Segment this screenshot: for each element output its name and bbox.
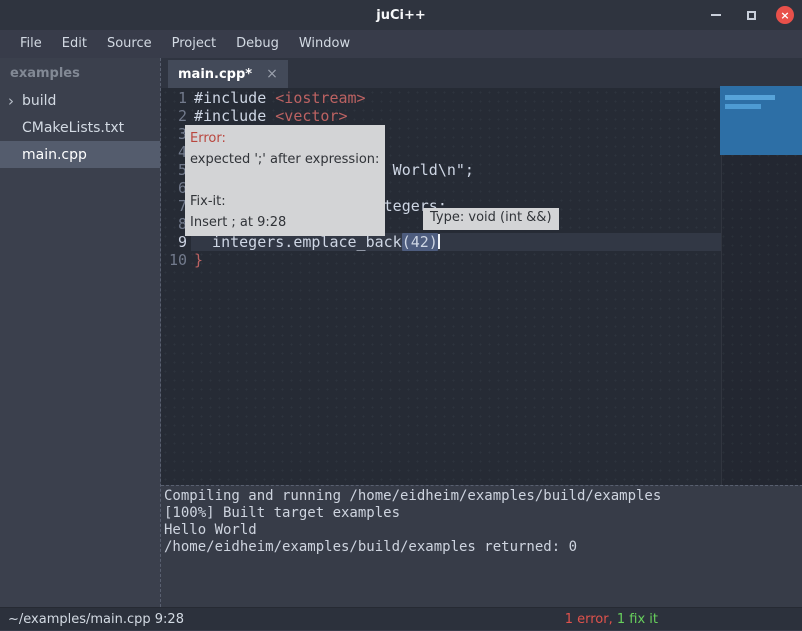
code-token: #include — [194, 107, 275, 125]
tree-item-label: CMakeLists.txt — [22, 120, 124, 136]
tree-item-main-cpp[interactable]: main.cpp — [0, 141, 160, 168]
tree-item-label: build — [22, 93, 56, 109]
minimap-code-bar — [725, 95, 775, 100]
maximize-button[interactable] — [741, 5, 761, 25]
code-token: World\n"; — [393, 161, 474, 179]
error-tooltip: Error: expected ';' after expression: Fi… — [185, 125, 385, 236]
bracket-highlight: (42) — [402, 233, 438, 251]
menu-item-window[interactable]: Window — [289, 30, 360, 58]
terminal-line: Compiling and running /home/eidheim/exam… — [164, 488, 802, 505]
code-text: } — [194, 251, 203, 269]
status-diagnostics: 1 error, 1 fix it — [565, 608, 658, 631]
tab-close-icon[interactable]: × — [266, 66, 278, 82]
titlebar: juCi++ × — [0, 0, 802, 30]
line-number: 7 — [161, 197, 187, 215]
sidebar: examples ›build CMakeLists.txt main.cpp — [0, 58, 160, 607]
code-token: } — [194, 251, 203, 269]
minimap — [720, 86, 802, 155]
line-number: 5 — [161, 161, 187, 179]
text-cursor — [438, 234, 440, 249]
tooltip-line: Insert ; at 9:28 — [190, 212, 380, 233]
minimap-code-bar — [725, 104, 761, 109]
terminal-output[interactable]: Compiling and running /home/eidheim/exam… — [161, 485, 802, 607]
code-line-10: 10} — [161, 251, 802, 269]
status-fixit-count: 1 fix it — [613, 612, 658, 627]
type-tooltip: Type: void (int &&) — [423, 208, 559, 230]
file-tree: ›build CMakeLists.txt main.cpp — [0, 87, 160, 168]
code-text: #include <vector> — [194, 107, 348, 125]
tooltip-line: Fix-it: — [190, 191, 380, 212]
tab-bar: main.cpp* × — [161, 58, 802, 88]
error-tooltip-title: Error: — [190, 128, 380, 149]
menubar: FileEditSourceProjectDebugWindow — [0, 30, 802, 58]
window-title: juCi++ — [376, 8, 426, 23]
code-line-1: 1 #include <iostream> — [161, 89, 802, 107]
tree-item-build[interactable]: ›build — [0, 87, 160, 114]
line-number: 8 — [161, 215, 187, 233]
project-name: examples — [0, 58, 160, 87]
line-number: 6 — [161, 179, 187, 197]
tree-item-label: main.cpp — [22, 147, 87, 163]
tab-main-cpp[interactable]: main.cpp* × — [168, 60, 288, 88]
line-number: 3 — [161, 125, 187, 143]
tooltip-line: expected ';' after expression: — [190, 149, 380, 170]
terminal-line: Hello World — [164, 522, 802, 539]
code-token: #include — [194, 89, 275, 107]
status-location: ~/examples/main.cpp 9:28 — [8, 612, 184, 627]
menu-item-project[interactable]: Project — [162, 30, 226, 58]
minimize-icon — [711, 14, 721, 16]
close-button[interactable]: × — [776, 6, 794, 24]
code-token: <vector> — [275, 107, 347, 125]
status-error-count: 1 error, — [565, 612, 613, 627]
minimize-button[interactable] — [706, 5, 726, 25]
line-number: 4 — [161, 143, 187, 161]
statusbar: ~/examples/main.cpp 9:28 1 error, 1 fix … — [0, 607, 802, 630]
tab-label: main.cpp* — [178, 67, 252, 82]
window-controls: × — [706, 0, 794, 30]
code-line-2: 2 #include <vector> — [161, 107, 802, 125]
menu-item-debug[interactable]: Debug — [226, 30, 289, 58]
terminal-line: [100%] Built target examples — [164, 505, 802, 522]
line-number: 9 — [161, 233, 187, 251]
line-number: 2 — [161, 107, 187, 125]
menu-item-source[interactable]: Source — [97, 30, 162, 58]
code-text: #include <iostream> — [194, 89, 366, 107]
tooltip-line — [190, 170, 380, 191]
maximize-icon — [747, 11, 756, 20]
line-number: 1 — [161, 89, 187, 107]
code-token: <iostream> — [275, 89, 365, 107]
close-icon: × — [780, 9, 789, 22]
menu-item-file[interactable]: File — [10, 30, 52, 58]
terminal-line: /home/eidheim/examples/build/examples re… — [164, 539, 802, 556]
error-tooltip-body: expected ';' after expression: Fix-it:In… — [190, 149, 380, 233]
tree-item-cmakelists-txt[interactable]: CMakeLists.txt — [0, 114, 160, 141]
menu-item-edit[interactable]: Edit — [52, 30, 97, 58]
chevron-right-icon: › — [8, 94, 22, 108]
line-number: 10 — [161, 251, 187, 269]
